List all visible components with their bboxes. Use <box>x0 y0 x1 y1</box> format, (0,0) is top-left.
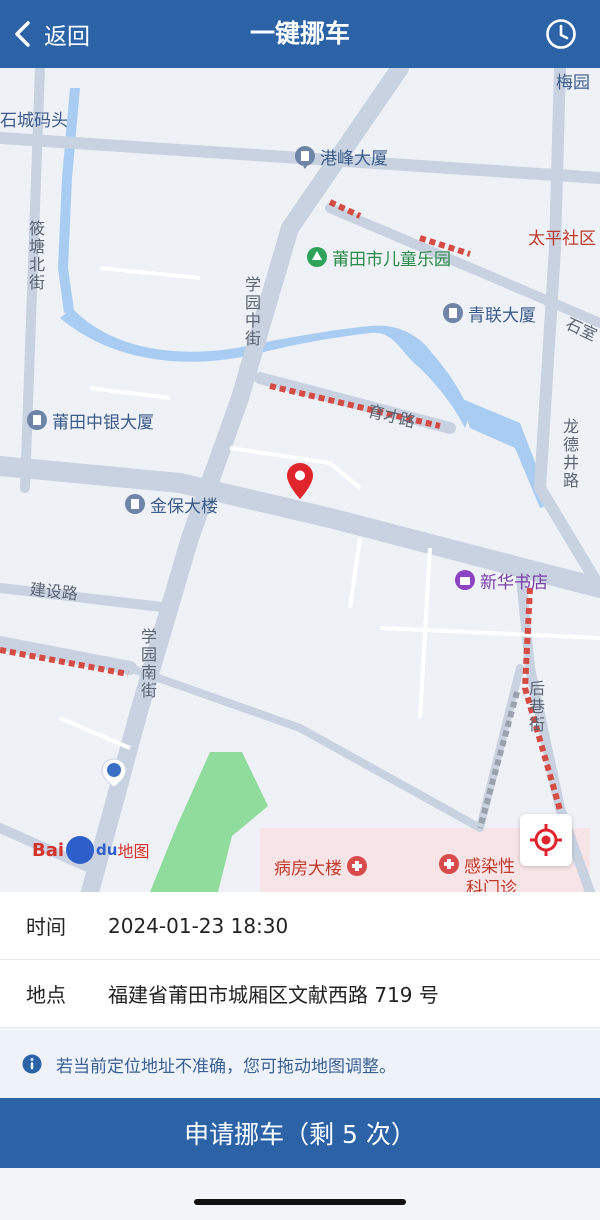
poi-xinhua-shudian[interactable]: 新华书店 <box>454 568 548 593</box>
shopping-bag-icon <box>455 569 475 590</box>
road-label: 建设路 <box>28 579 79 604</box>
road-label: 学园南街 <box>140 627 157 700</box>
apply-move-car-button[interactable]: 申请挪车（剩 5 次） <box>0 1098 600 1168</box>
poi-zhongyin-dasha[interactable]: 莆田中银大厦 <box>26 408 154 433</box>
road-label: 龙德井路 <box>562 417 579 490</box>
road-label: 学园中街 <box>244 275 261 348</box>
road-label: 后巷街 <box>528 679 545 734</box>
map-marker-icon <box>101 758 127 788</box>
poi-shicheng-matou[interactable]: 石城码头 <box>0 106 68 131</box>
park <box>150 752 268 892</box>
location-pin-icon <box>287 463 313 499</box>
poi-gangfeng-dasha[interactable]: 港峰大厦 <box>294 144 388 169</box>
building-icon <box>125 493 145 514</box>
request-info: 时间 2024-01-23 18:30 地点 福建省莆田市城厢区文献西路 719… <box>0 892 600 1028</box>
time-row: 时间 2024-01-23 18:30 <box>0 892 600 960</box>
hospital-icon <box>439 853 459 874</box>
home-indicator <box>194 1199 406 1205</box>
road-label: 筱塘北街 <box>28 219 45 292</box>
poi-qinglian-dasha[interactable]: 青联大厦 <box>442 301 536 326</box>
building-icon <box>27 409 47 430</box>
map-view[interactable]: 石城码头 港峰大厦 莆田市儿童乐园 太平社区 青联大厦 莆田中银大厦 金保大楼 … <box>0 68 600 892</box>
park-icon <box>307 246 327 267</box>
poi-bingfang-dalou[interactable]: 病房大楼 <box>274 854 368 879</box>
back-button[interactable]: 返回 <box>10 14 90 54</box>
page-title: 一键挪车 <box>249 19 350 48</box>
time-value: 2024-01-23 18:30 <box>108 913 289 938</box>
navigation-bar: 返回 一键挪车 <box>0 0 600 68</box>
crosshair-icon <box>530 824 562 856</box>
place-value: 福建省莆田市城厢区文献西路 719 号 <box>108 983 439 1007</box>
poi-ke-menzhen[interactable]: 科门诊 <box>466 874 517 892</box>
building-icon <box>294 145 315 169</box>
tip-text: 若当前定位地址不准确，您可拖动地图调整。 <box>56 1056 396 1077</box>
time-label: 时间 <box>26 915 66 939</box>
locate-button[interactable] <box>520 814 572 866</box>
place-row: 地点 福建省莆田市城厢区文献西路 719 号 <box>0 960 600 1028</box>
back-label: 返回 <box>44 24 90 50</box>
chevron-left-icon <box>15 21 30 47</box>
clock-icon[interactable] <box>544 17 578 51</box>
location-tip: 若当前定位地址不准确，您可拖动地图调整。 <box>0 1031 600 1097</box>
info-icon <box>22 1054 42 1074</box>
poi-meiyuan[interactable]: 梅园 <box>556 68 590 93</box>
baidu-paw-icon <box>66 836 95 864</box>
place-label: 地点 <box>26 983 66 1007</box>
baidu-map-logo: Bai du 地图 <box>32 836 149 864</box>
poi-taiping-shequ[interactable]: 太平社区 <box>528 224 596 249</box>
poi-ertong-leyuan[interactable]: 莆田市儿童乐园 <box>306 245 451 270</box>
poi-jinbao-dalou[interactable]: 金保大楼 <box>124 492 218 517</box>
hospital-icon <box>347 855 367 876</box>
building-icon <box>443 302 463 323</box>
